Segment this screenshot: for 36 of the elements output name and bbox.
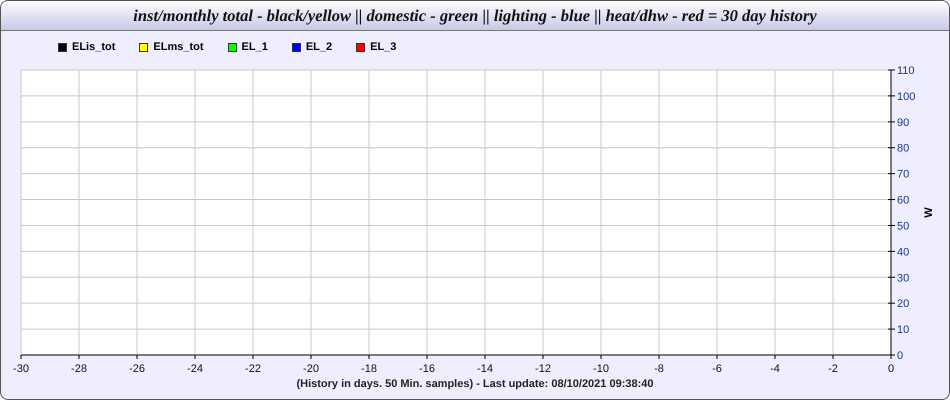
tick-label: -18 [361, 363, 377, 375]
tick-label: -30 [13, 363, 29, 375]
legend-label: ELis_tot [72, 41, 116, 53]
chart-footer: (History in days. 50 Min. samples) - Last update: 08/10/2021 09:38:40 [1, 378, 949, 390]
legend-label: EL_1 [242, 41, 268, 53]
tick-label: -16 [419, 363, 435, 375]
tick-label: -28 [71, 363, 87, 375]
tick-label: 80 [897, 142, 910, 155]
tick-label: 0 [897, 350, 904, 362]
tick-label: -12 [535, 363, 551, 375]
legend-label: EL_3 [370, 41, 396, 53]
tick-label: -14 [477, 363, 493, 375]
legend-label: ELms_tot [153, 41, 204, 53]
tick-label: -24 [187, 363, 203, 375]
tick-label: 40 [897, 246, 910, 258]
tick-label: 70 [897, 168, 910, 181]
axis-title: W [923, 207, 935, 218]
tick-label: 30 [897, 272, 910, 284]
tick-label: 110 [897, 65, 915, 77]
tick-label: 50 [897, 220, 910, 232]
tick-label: -4 [770, 363, 780, 375]
tick-label: 90 [897, 116, 910, 129]
tick-label: 100 [897, 90, 916, 103]
tick-label: -10 [593, 363, 609, 375]
tick-label: 20 [897, 298, 910, 310]
tick-label: -8 [654, 363, 664, 375]
tick-label: -2 [828, 363, 838, 375]
tick-label: 10 [897, 324, 910, 336]
tick-label: -6 [712, 363, 722, 375]
tick-label: -22 [245, 363, 261, 375]
tick-label: 60 [897, 194, 910, 207]
tick-label: -20 [303, 363, 319, 375]
tick-label: -26 [129, 363, 145, 375]
legend-label: EL_2 [306, 41, 332, 53]
tick-label: 0 [888, 363, 894, 375]
window-title: inst/monthly total - black/yellow || domestic - green || lighting - blue || heat/dhw - red = 30 day history [1, 1, 949, 31]
